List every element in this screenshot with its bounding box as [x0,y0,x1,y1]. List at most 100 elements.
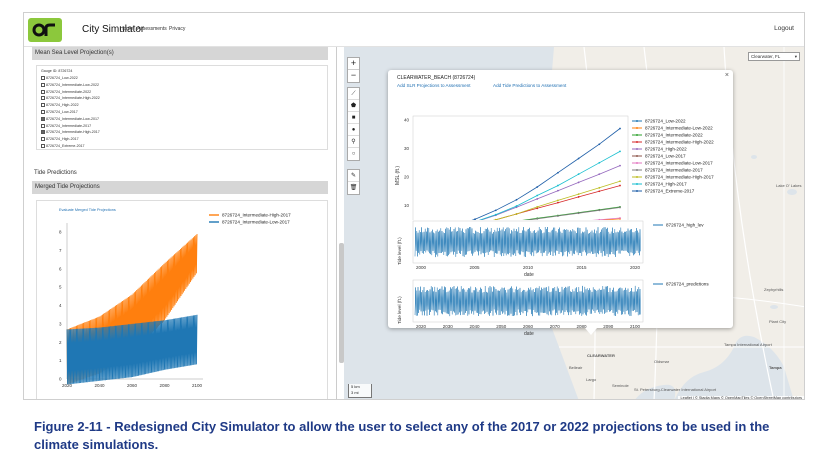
projection-checkbox-row[interactable]: 8726724_Low-2017 [41,110,78,114]
projection-checkbox-row[interactable]: 8726724_Intermediate-High-2017 [41,130,100,135]
projection-checkbox-row[interactable]: 8726724_High-2017 [41,137,79,142]
draw-polyline-icon[interactable]: ⟋ [348,88,359,100]
pred-svg-x-tick: 2020 [416,324,427,329]
app-brand[interactable]: City Simulator [82,24,144,35]
slr-series-point [536,198,539,200]
nav-home[interactable]: Home [120,26,133,32]
pred-svg-x-tick: 2030 [443,324,454,329]
projection-checkbox-row[interactable]: 8726724_Intermediate-Low-2017 [41,116,99,121]
add-slr-link[interactable]: Add SLR Projections to Assessment [397,83,471,88]
edit-layers-icon[interactable]: ✎ [348,170,359,182]
nav-privacy[interactable]: Privacy [169,26,185,32]
draw-marker-icon[interactable]: ⚲ [348,136,359,148]
logout-link[interactable]: Logout [774,25,794,32]
left-panel: Mean Sea Level Projection(s) Gauge ID: 8… [24,47,337,399]
edit-toolbar: ✎ 🗑 [347,169,360,195]
slr-legend-marker [636,134,638,136]
merged-x-tick: 2100 [192,383,203,388]
top-nav: City Simulator Home Assessments Privacy … [24,13,804,47]
slr-series-point [577,212,580,215]
projection-checkbox-label: 8726724_High-2017 [46,137,79,142]
merged-y-tick: 7 [59,248,62,253]
slr-legend-label: 8726724_Intermediate-Low-2022 [645,126,713,131]
slr-series-point [619,127,621,130]
projection-checkbox-row[interactable]: 8726724_Low-2022 [41,76,78,80]
merged-y-tick: 5 [59,285,62,290]
merged-x-tick: 2060 [127,383,138,388]
projection-checkbox-label: 8726724_Low-2022 [46,76,78,80]
projection-checkbox-row[interactable]: 8726724_Intermediate-High-2022 [41,96,100,101]
popup-title: CLEARWATER_BEACH (8726724) [397,75,476,81]
projection-checkbox[interactable] [41,89,45,94]
projection-checkbox[interactable] [41,96,45,101]
app-logo[interactable] [28,18,62,42]
tide-svg-x-tick: 2005 [470,265,481,270]
pred-svg-legend-label: 8726724_predictions [666,282,709,287]
draw-circlemarker-icon[interactable]: ○ [348,148,359,160]
slr-legend-marker [636,162,638,164]
projection-checkbox-row[interactable]: 8726724_Intermediate-Low-2022 [41,82,99,87]
projection-checkbox[interactable] [41,116,45,121]
projection-checkbox[interactable] [41,103,45,108]
slr-series-point [494,213,497,216]
draw-circle-icon[interactable]: ● [348,124,359,136]
zoom-out-button[interactable]: − [348,70,359,82]
merged-tide-header[interactable]: Merged Tide Projections [32,181,328,194]
projection-checkbox[interactable] [41,144,45,148]
tide-svg-x-tick: 2020 [630,265,641,270]
merged-y-tick: 8 [59,230,62,235]
slr-series-point [557,201,559,204]
tide-predictions-label[interactable]: Tide Predictions [34,170,77,176]
draw-rectangle-icon[interactable]: ■ [348,112,359,124]
delete-layers-icon[interactable]: 🗑 [348,182,359,194]
place-clearwater: CLEARWATER [587,353,615,358]
msl-projections-header[interactable]: Mean Sea Level Projection(s) [32,47,328,60]
close-icon[interactable]: × [725,72,729,79]
projection-checkbox-row[interactable]: 8726724_Extreme-2017 [41,144,85,148]
merged-y-tick: 3 [59,321,62,326]
projection-checkbox-row[interactable]: 8726724_Intermediate-2022 [41,89,91,94]
merged-x-tick: 2080 [160,383,171,388]
add-tide-link[interactable]: Add Tide Predictions to Assessment [493,83,566,88]
nav-assessments[interactable]: Assessments [137,26,167,32]
place-plant-city: Plant City [769,319,787,324]
slr-series-point [598,209,601,212]
slr-series-point [619,150,621,153]
tide-svg-y-label: Tide level (ft.) [397,237,402,265]
location-select[interactable]: Clearwater, FL ▾ [748,52,800,61]
projection-checkbox[interactable] [41,123,45,128]
logo-icon [32,23,55,37]
slr-y-tick: 10 [404,203,410,208]
projection-checkbox-row[interactable]: 8726724_High-2022 [41,103,79,108]
slr-legend-label: 8726724_Low-2017 [645,154,686,159]
projection-checkbox[interactable] [41,110,45,114]
projection-checkbox[interactable] [41,130,45,135]
projection-checkbox[interactable] [41,82,45,87]
slr-legend-label: 8726724_Extreme-2017 [645,189,695,194]
pred-svg-x-tick: 2060 [523,324,534,329]
zoom-in-button[interactable]: + [348,58,359,70]
map-view[interactable]: + − ⟋ ⬟ ■ ● ⚲ ○ ✎ 🗑 Clearwater, FL ▾ CLEA… [344,47,804,399]
tide-level-chart: 2000 2005 2010 2015 2020dateTide level (ft.)… [397,220,704,278]
slr-series-line [478,151,621,220]
slr-y-label: MSL (ft.) [395,166,401,185]
slr-legend-marker [636,183,638,185]
slr-series-point [557,199,559,202]
slr-series-point [557,189,559,192]
popup-tip [585,328,597,335]
place-zephyrhills: Zephyrhills [764,287,784,292]
map-scale: 5 km 3 mi [348,384,372,398]
chevron-down-icon: ▾ [794,54,797,59]
projection-checkbox-row[interactable]: 8726724_Intermediate-2017 [41,123,91,128]
slr-legend-marker [636,169,638,171]
map-attribution[interactable]: Leaflet | © Stadia Maps © OpenMapTiles ©… [678,396,804,399]
draw-polygon-icon[interactable]: ⬟ [348,100,359,112]
place-seminole: Seminole [612,383,629,388]
projection-checkbox[interactable] [41,137,45,142]
slr-series-point [598,161,601,164]
projection-checkbox[interactable] [41,76,45,80]
place-oldsmar: Oldsmar [654,359,670,364]
slr-y-tick: 30 [404,146,410,151]
msl-projections-list: Gauge ID: 8726724 8726724_Low-2022 872672… [36,65,328,150]
scale-mi: 3 mi [351,390,359,395]
